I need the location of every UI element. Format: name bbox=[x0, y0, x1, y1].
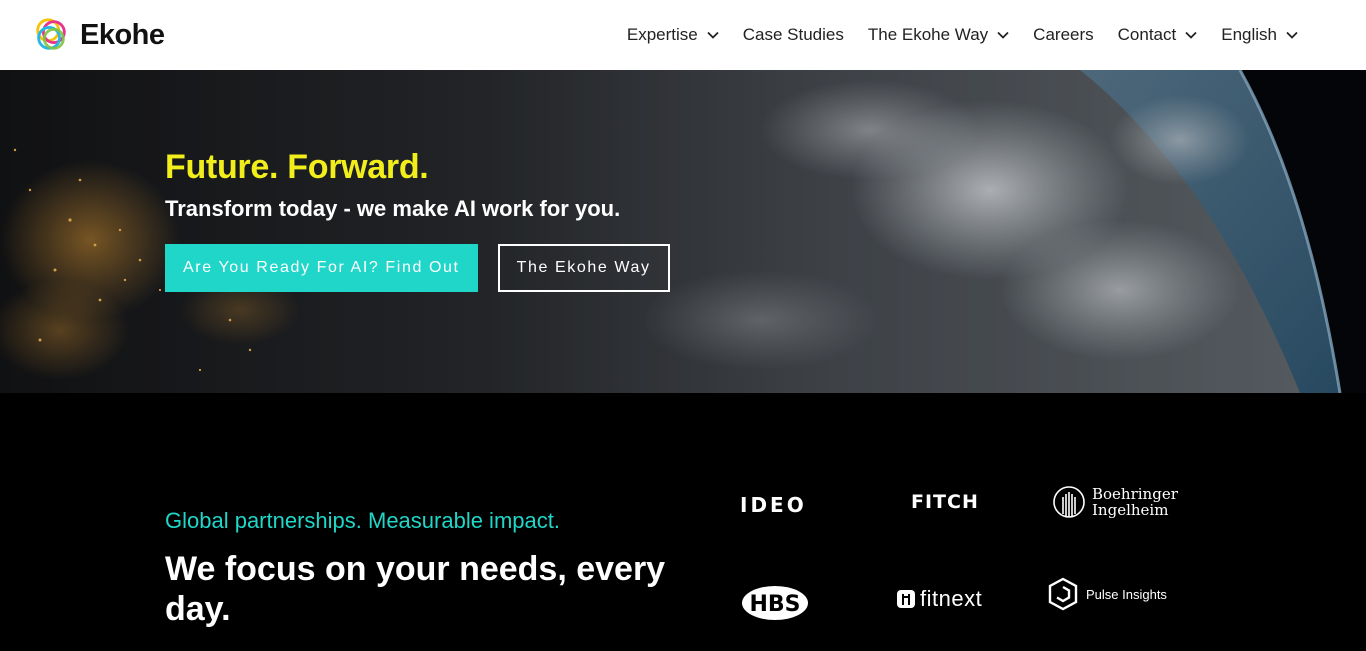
hero-content: Future. Forward. Transform today - we ma… bbox=[165, 148, 670, 292]
nav-item-contact[interactable]: Contact bbox=[1106, 25, 1210, 45]
hbs-logo-text: HBS bbox=[749, 592, 800, 617]
fitnext-logo-icon bbox=[897, 590, 915, 608]
nav-item-ekohe-way[interactable]: The Ekohe Way bbox=[856, 25, 1021, 45]
chevron-down-icon bbox=[707, 31, 719, 39]
chevron-down-icon bbox=[1286, 31, 1298, 39]
hero-buttons: Are You Ready For AI? Find Out The Ekohe… bbox=[165, 244, 670, 292]
boehringer-logo-icon bbox=[1053, 486, 1085, 518]
boehringer-line-2: Ingelheim bbox=[1092, 501, 1169, 519]
hero-title: Future. Forward. bbox=[165, 148, 429, 186]
nav-item-case-studies[interactable]: Case Studies bbox=[731, 25, 856, 45]
main-nav: Expertise Case Studies The Ekohe Way Car… bbox=[615, 0, 1310, 70]
nav-item-label: The Ekohe Way bbox=[867, 25, 989, 44]
nav-item-careers[interactable]: Careers bbox=[1021, 25, 1105, 45]
nav-item-label: Careers bbox=[1033, 25, 1094, 44]
boehringer-logo: Boehringer Ingelheim bbox=[1052, 485, 1178, 519]
site-header: Ekohe Expertise Case Studies The Ekohe W… bbox=[0, 0, 1366, 70]
hero-section: Future. Forward. Transform today - we ma… bbox=[0, 70, 1366, 393]
brand-name: Ekohe bbox=[80, 18, 165, 51]
nav-item-label: Expertise bbox=[626, 25, 698, 44]
ideo-logo: IDEO bbox=[740, 493, 807, 517]
ai-readiness-button[interactable]: Are You Ready For AI? Find Out bbox=[165, 244, 478, 292]
brand-logo[interactable]: Ekohe bbox=[32, 16, 165, 54]
hbs-logo: HBS bbox=[740, 583, 810, 623]
language-label: English bbox=[1221, 25, 1277, 44]
ekohe-way-button[interactable]: The Ekohe Way bbox=[497, 244, 670, 292]
pulse-insights-logo-icon bbox=[1048, 577, 1078, 611]
language-selector[interactable]: English bbox=[1209, 25, 1310, 45]
fitnext-wordmark: fitnext bbox=[920, 586, 983, 611]
hero-subtitle: Transform today - we make AI work for yo… bbox=[165, 196, 621, 221]
nav-item-label: Contact bbox=[1117, 25, 1177, 44]
chevron-down-icon bbox=[1185, 31, 1197, 39]
ekohe-logo-icon bbox=[36, 18, 66, 50]
partners-heading: We focus on your needs, every day. bbox=[165, 550, 666, 628]
hbs-logo-mark: HBS bbox=[742, 586, 808, 620]
boehringer-wordmark: Boehringer Ingelheim bbox=[1092, 486, 1178, 518]
nav-item-expertise[interactable]: Expertise bbox=[615, 25, 731, 45]
partners-eyebrow: Global partnerships. Measurable impact. bbox=[165, 508, 560, 533]
pulse-insights-logo: Pulse Insights bbox=[1048, 577, 1167, 611]
nav-item-label: Case Studies bbox=[742, 25, 844, 44]
partners-section: Global partnerships. Measurable impact. … bbox=[0, 393, 1366, 651]
chevron-down-icon bbox=[997, 31, 1009, 39]
pulse-insights-wordmark: Pulse Insights bbox=[1086, 586, 1167, 602]
boehringer-line-1: Boehringer bbox=[1092, 485, 1178, 503]
fitnext-logo: fitnext bbox=[896, 586, 982, 612]
fitch-logo: FITCH bbox=[911, 491, 979, 513]
